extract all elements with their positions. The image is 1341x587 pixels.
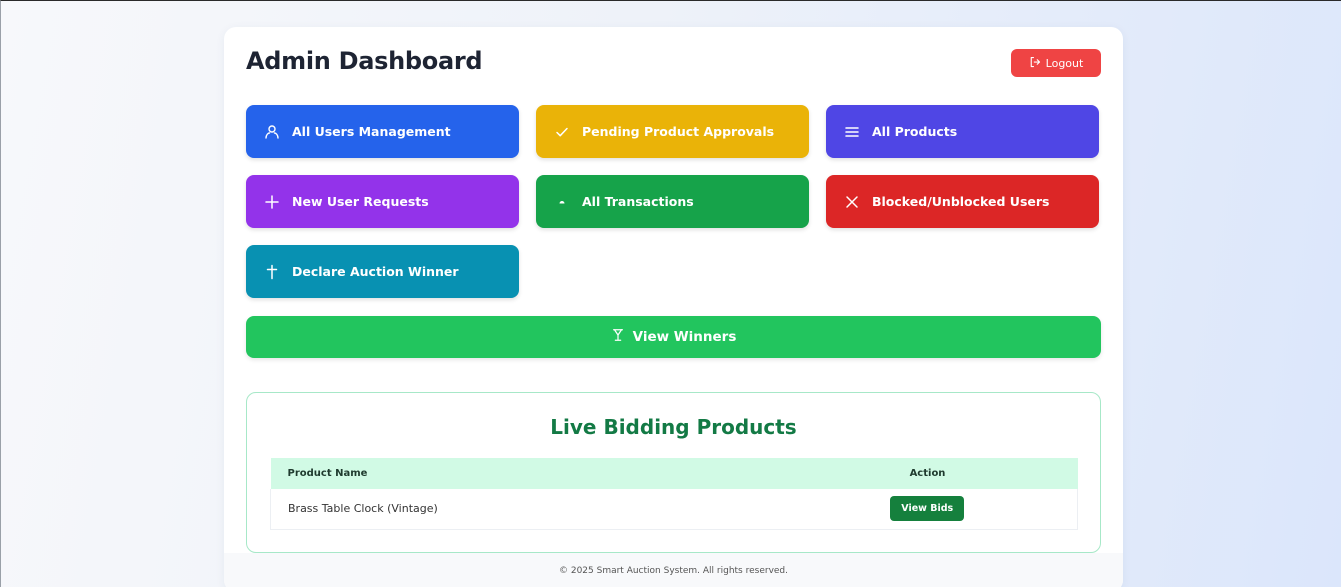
view-winners-button[interactable]: View Winners xyxy=(246,316,1101,358)
tile-label: All Transactions xyxy=(582,194,694,209)
product-name-cell: Brass Table Clock (Vintage) xyxy=(270,489,778,530)
logout-button[interactable]: Logout xyxy=(1011,49,1101,77)
tile-label: New User Requests xyxy=(292,194,429,209)
logout-label: Logout xyxy=(1045,56,1084,70)
live-bidding-title: Live Bidding Products xyxy=(550,415,797,439)
tile-label: All Products xyxy=(872,124,958,139)
column-header-product-name: Product Name xyxy=(270,458,778,489)
pending-product-approvals-button[interactable]: Pending Product Approvals xyxy=(536,105,809,158)
tile-label: Declare Auction Winner xyxy=(292,264,459,279)
blocked-unblocked-users-button[interactable]: Blocked/Unblocked Users xyxy=(826,175,1099,228)
view-bids-button[interactable]: View Bids xyxy=(890,496,965,522)
footer: © 2025 Smart Auction System. All rights … xyxy=(224,553,1123,587)
action-cell: View Bids xyxy=(777,489,1078,530)
page-title: Admin Dashboard xyxy=(246,47,483,75)
live-bidding-table: Product Name Action Brass Table Clock (V… xyxy=(270,458,1078,530)
dagger-icon xyxy=(264,264,280,280)
all-users-management-button[interactable]: All Users Management xyxy=(246,105,519,158)
menu-icon xyxy=(844,124,860,140)
tile-label: Pending Product Approvals xyxy=(582,124,775,139)
logout-icon xyxy=(1029,56,1041,71)
declare-auction-winner-button[interactable]: Declare Auction Winner xyxy=(246,245,519,298)
column-header-action: Action xyxy=(777,458,1078,489)
dashboard-card: Admin Dashboard Logout All Users Managem… xyxy=(224,27,1123,587)
dot-icon xyxy=(554,194,570,210)
new-user-requests-button[interactable]: New User Requests xyxy=(246,175,519,228)
x-icon xyxy=(844,194,860,210)
users-icon xyxy=(264,124,280,140)
all-transactions-button[interactable]: All Transactions xyxy=(536,175,809,228)
table-row: Brass Table Clock (Vintage) View Bids xyxy=(270,489,1078,530)
plus-icon xyxy=(264,194,280,210)
view-winners-label: View Winners xyxy=(632,329,737,345)
live-bidding-section: Live Bidding Products Product Name Actio… xyxy=(246,392,1101,553)
check-icon xyxy=(554,124,570,140)
table-header-row: Product Name Action xyxy=(270,458,1078,489)
all-products-button[interactable]: All Products xyxy=(826,105,1099,158)
tile-label: Blocked/Unblocked Users xyxy=(872,194,1050,209)
trophy-icon xyxy=(611,328,625,346)
tile-label: All Users Management xyxy=(292,124,451,139)
